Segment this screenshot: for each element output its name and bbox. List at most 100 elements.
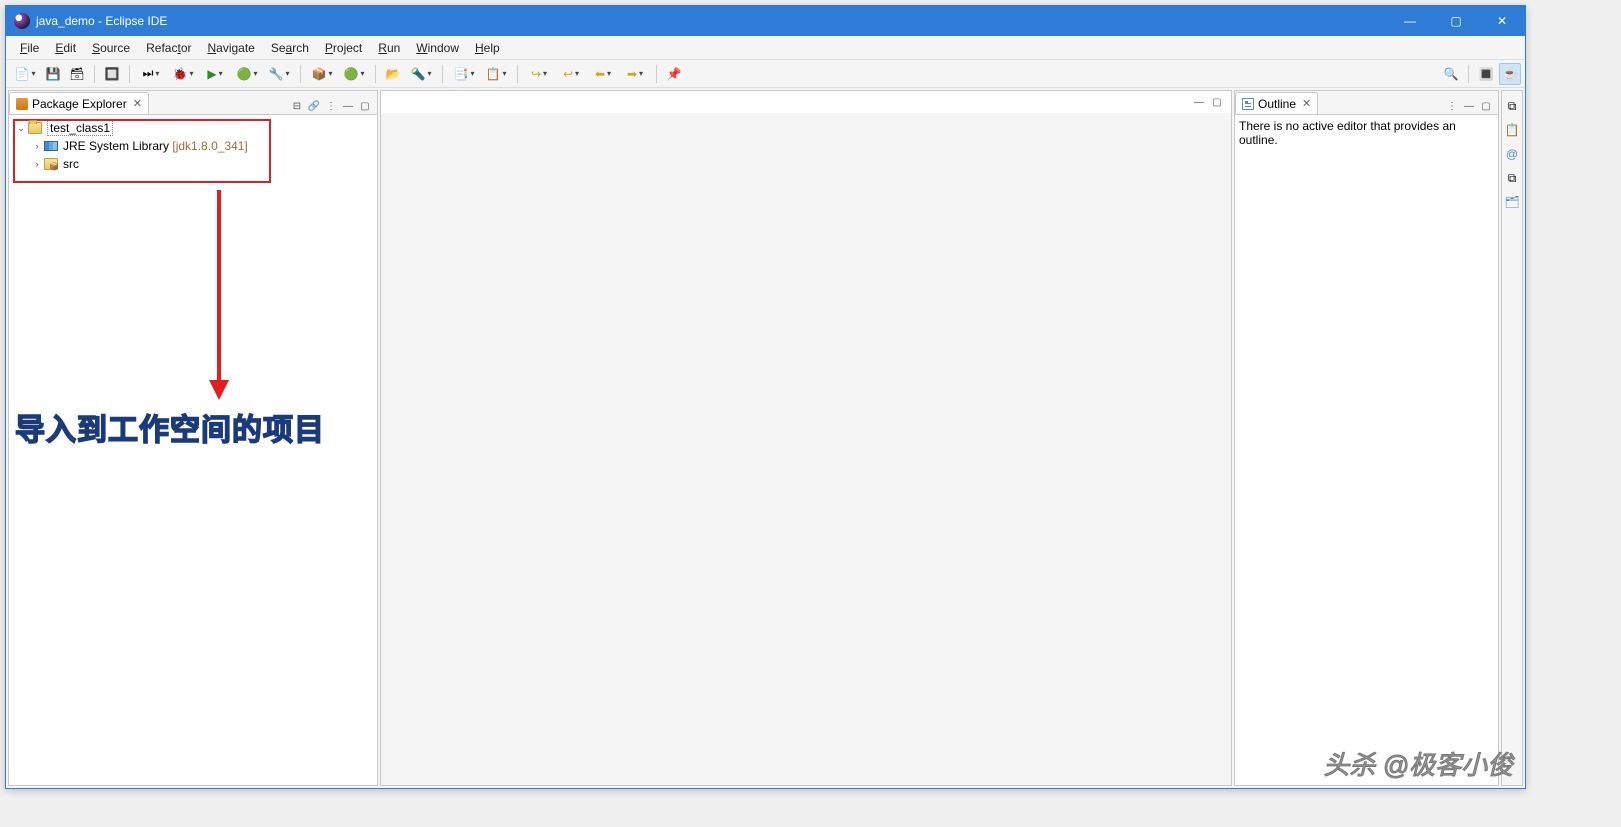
menu-refactor[interactable]: Refactor (138, 39, 199, 57)
menu-run[interactable]: Run (370, 39, 408, 57)
eclipse-icon (14, 13, 30, 29)
open-perspective-button[interactable]: 🔳 (1475, 63, 1497, 85)
menubar: File Edit Source Refactor Navigate Searc… (6, 36, 1525, 60)
outline-empty-message: There is no active editor that provides … (1239, 119, 1456, 147)
open-type-button[interactable]: 🔲 (101, 63, 123, 85)
menu-edit[interactable]: Edit (47, 39, 84, 57)
separator (94, 65, 95, 83)
close-icon[interactable]: ✕ (1302, 97, 1311, 110)
menu-project[interactable]: Project (317, 39, 370, 57)
search-icon[interactable]: 🔍 (1440, 63, 1462, 85)
jre-version: [jdk1.8.0_341] (172, 139, 247, 153)
outline-label: Outline (1258, 97, 1296, 111)
package-explorer-label: Package Explorer (32, 97, 127, 111)
tree-src-node[interactable]: › src (13, 155, 373, 173)
eclipse-window: java_demo - Eclipse IDE — ▢ ✕ File Edit … (5, 5, 1526, 789)
skip-breakpoints-button[interactable]: ⏭ (136, 63, 166, 85)
package-explorer-body: ⌄ test_class1 › JRE System Library [jdk1… (9, 115, 377, 785)
editor-body[interactable] (381, 113, 1231, 785)
collapse-all-button[interactable]: ⊟ (289, 98, 305, 114)
expander-icon[interactable]: › (31, 159, 43, 169)
outline-panel: Outline ✕ ⋮ — ▢ There is no active edito… (1234, 90, 1499, 786)
right-trim-stack: ⧉ 📋 @ ⧉ 🗂 (1501, 90, 1523, 786)
library-icon (43, 138, 59, 154)
window-title: java_demo - Eclipse IDE (36, 14, 1387, 28)
editor-panel: — ▢ (380, 90, 1232, 786)
titlebar[interactable]: java_demo - Eclipse IDE — ▢ ✕ (6, 6, 1525, 36)
outline-tab[interactable]: Outline ✕ (1235, 92, 1318, 114)
menu-window[interactable]: Window (408, 39, 467, 57)
minimize-view-button[interactable]: — (1461, 98, 1477, 114)
restore-view-button[interactable]: ⧉ (1503, 97, 1521, 115)
view-menu-button[interactable]: ⋮ (1444, 98, 1460, 114)
search-button[interactable]: 🔦 (406, 63, 436, 85)
project-label: test_class1 (47, 120, 113, 136)
outline-tabs: Outline ✕ ⋮ — ▢ (1235, 91, 1498, 115)
menu-file[interactable]: File (12, 39, 47, 57)
separator (1468, 65, 1469, 83)
main-toolbar: 📄 💾 🗃 🔲 ⏭ 🐞 ▶ 🟢 🔧 📦 🟢 📂 🔦 📑 📋 ↪ ↩ ⬅ ➡ 📌 … (6, 60, 1525, 88)
menu-help[interactable]: Help (467, 39, 508, 57)
project-icon (27, 120, 43, 136)
annotation-arrow (204, 185, 234, 405)
minimize-editor-button[interactable]: — (1191, 94, 1207, 110)
maximize-button[interactable]: ▢ (1433, 6, 1479, 36)
maximize-view-button[interactable]: ▢ (1478, 98, 1494, 114)
separator (375, 65, 376, 83)
package-explorer-panel: Package Explorer ✕ ⊟ 🔗 ⋮ — ▢ ⌄ test_clas… (8, 90, 378, 786)
separator (656, 65, 657, 83)
minimize-button[interactable]: — (1387, 6, 1433, 36)
link-editor-button[interactable]: 🔗 (306, 98, 322, 114)
package-explorer-tab[interactable]: Package Explorer ✕ (9, 92, 149, 114)
close-icon[interactable]: ✕ (133, 97, 142, 110)
package-icon (16, 98, 28, 110)
tree-jre-node[interactable]: › JRE System Library [jdk1.8.0_341] (13, 137, 373, 155)
menu-source[interactable]: Source (84, 39, 138, 57)
save-all-button[interactable]: 🗃 (66, 63, 88, 85)
debug-button[interactable]: 🐞 (168, 63, 198, 85)
view-menu-button[interactable]: ⋮ (323, 98, 339, 114)
annotation-text: 导入到工作空间的项目 (15, 405, 325, 449)
new-button[interactable]: 📄 (10, 63, 40, 85)
separator (129, 65, 130, 83)
maximize-view-button[interactable]: ▢ (357, 98, 373, 114)
menu-navigate[interactable]: Navigate (199, 39, 262, 57)
package-explorer-tabs: Package Explorer ✕ ⊟ 🔗 ⋮ — ▢ (9, 91, 377, 115)
expander-icon[interactable]: ⌄ (15, 123, 27, 134)
watermark-text: 头杀 @极客小俊 (1323, 745, 1513, 782)
minimize-view-button[interactable]: — (340, 98, 356, 114)
separator (517, 65, 518, 83)
prev-annotation-button[interactable]: ↩ (556, 63, 586, 85)
toggle-mark-button[interactable]: 📋 (481, 63, 511, 85)
jre-label: JRE System Library (63, 139, 169, 153)
src-label: src (63, 157, 79, 171)
outline-icon (1242, 98, 1254, 110)
run-button[interactable]: ▶ (200, 63, 230, 85)
tree-project-node[interactable]: ⌄ test_class1 (13, 119, 373, 137)
coverage-button[interactable]: 🟢 (232, 63, 262, 85)
new-package-button[interactable]: 📦 (307, 63, 337, 85)
close-button[interactable]: ✕ (1479, 6, 1525, 36)
templates-icon[interactable]: 🗂 (1503, 193, 1521, 211)
toggle-breadcrumb-button[interactable]: 📑 (449, 63, 479, 85)
java-perspective-button[interactable]: ☕ (1499, 63, 1521, 85)
outline-body: There is no active editor that provides … (1235, 115, 1498, 785)
editor-tabbar: — ▢ (381, 91, 1231, 113)
at-icon[interactable]: @ (1503, 145, 1521, 163)
forward-button[interactable]: ➡ (620, 63, 650, 85)
back-button[interactable]: ⬅ (588, 63, 618, 85)
pin-editor-button[interactable]: 📌 (663, 63, 685, 85)
workbench: Package Explorer ✕ ⊟ 🔗 ⋮ — ▢ ⌄ test_clas… (6, 88, 1525, 788)
restore-view-button[interactable]: ⧉ (1503, 169, 1521, 187)
maximize-editor-button[interactable]: ▢ (1209, 94, 1225, 110)
external-tools-button[interactable]: 🔧 (264, 63, 294, 85)
menu-search[interactable]: Search (263, 39, 317, 57)
save-button[interactable]: 💾 (42, 63, 64, 85)
open-task-button[interactable]: 📂 (382, 63, 404, 85)
separator (300, 65, 301, 83)
task-list-icon[interactable]: 📋 (1503, 121, 1521, 139)
separator (442, 65, 443, 83)
new-class-button[interactable]: 🟢 (339, 63, 369, 85)
expander-icon[interactable]: › (31, 141, 43, 151)
next-annotation-button[interactable]: ↪ (524, 63, 554, 85)
